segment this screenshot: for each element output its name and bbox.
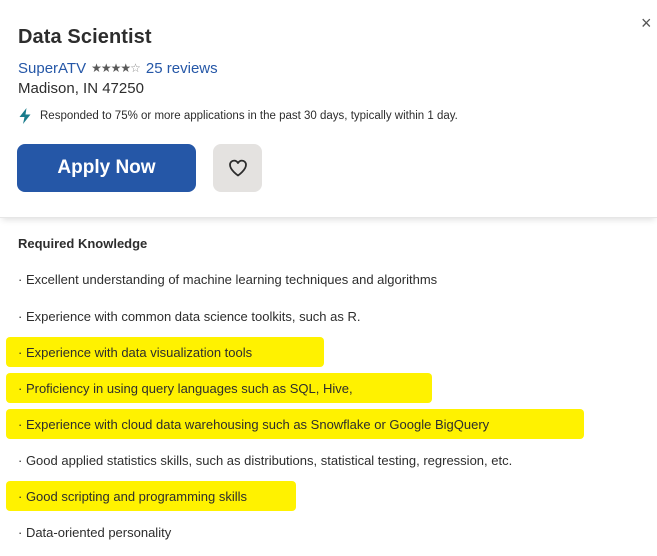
requirement-item: · Experience with cloud data warehousing… <box>18 417 490 432</box>
requirement-item: · Proficiency in using query languages s… <box>18 381 353 396</box>
requirement-item: · Experience with common data science to… <box>18 309 361 324</box>
requirements-list: · Excellent understanding of machine lea… <box>0 0 657 556</box>
requirement-item: · Data-oriented personality <box>18 525 172 540</box>
requirement-item: · Good applied statistics skills, such a… <box>18 453 513 468</box>
requirement-item: · Excellent understanding of machine lea… <box>18 272 438 287</box>
requirement-item: · Experience with data visualization too… <box>18 345 253 360</box>
requirement-item: · Good scripting and programming skills <box>18 489 248 504</box>
